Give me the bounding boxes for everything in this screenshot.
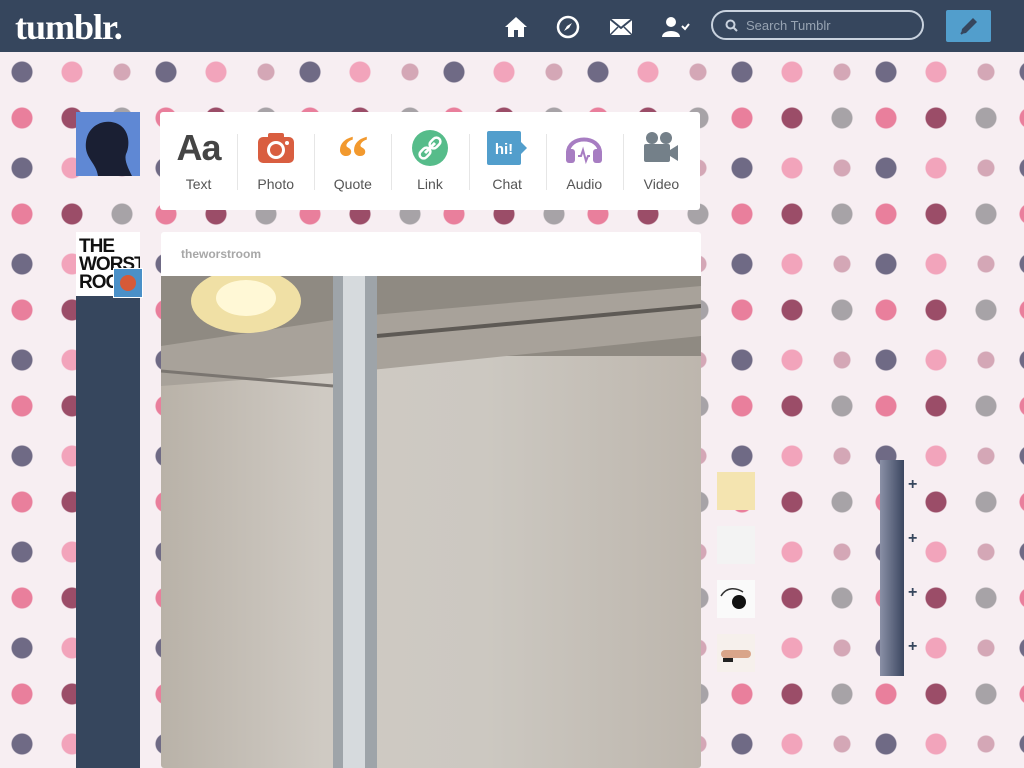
search-box[interactable]: [711, 10, 924, 40]
post-type-chat[interactable]: hi! Chat: [468, 112, 546, 210]
post-type-bar: Aa Text Photo “ Quote Link hi! Chat Audi…: [160, 112, 700, 210]
post-type-photo[interactable]: Photo: [237, 112, 314, 210]
sketch-thumb[interactable]: [717, 580, 755, 618]
hand-thumb[interactable]: [717, 634, 755, 672]
food-thumb[interactable]: [717, 472, 755, 510]
account-icon[interactable]: [661, 14, 691, 40]
post-type-link[interactable]: Link: [391, 112, 468, 210]
left-sidebar-column: [76, 232, 140, 768]
search-icon: [725, 19, 738, 32]
recommended-blog[interactable]: +: [717, 514, 917, 578]
compose-button[interactable]: [946, 10, 991, 42]
post-type-audio[interactable]: Audio: [545, 112, 623, 210]
post-author-name[interactable]: theworstroom: [181, 247, 261, 261]
svg-text:hi!: hi!: [495, 141, 513, 158]
pencil-icon: [958, 15, 980, 37]
inbox-icon[interactable]: [608, 14, 634, 40]
recommended-banner: [880, 622, 904, 676]
post-type-text[interactable]: Aa Text: [160, 112, 237, 210]
text-icon: Aa: [176, 127, 222, 168]
post-type-label: Link: [417, 176, 443, 192]
home-icon[interactable]: [503, 14, 529, 40]
recommended-blog[interactable]: +: [717, 568, 917, 632]
follow-plus-icon[interactable]: +: [908, 476, 917, 494]
post-type-label: Text: [185, 176, 212, 192]
post-type-label: Video: [643, 176, 680, 192]
post-type-video[interactable]: Video: [622, 112, 700, 210]
recommended-banner: [880, 568, 904, 622]
follow-plus-icon[interactable]: +: [908, 530, 917, 548]
dashboard-post: theworstroom: [161, 232, 701, 768]
reblog-avatar[interactable]: [113, 268, 143, 298]
chat-icon: hi!: [486, 128, 528, 168]
recommended-banner: [880, 514, 904, 568]
text-thumb[interactable]: [717, 526, 755, 564]
recommended-banner: [880, 460, 904, 514]
video-camera-icon: [642, 128, 680, 168]
post-type-label: Audio: [566, 176, 603, 192]
post-type-label: Chat: [492, 176, 522, 192]
follow-plus-icon[interactable]: +: [908, 638, 917, 656]
post-type-label: Photo: [257, 176, 294, 192]
post-type-label: Quote: [333, 176, 372, 192]
quote-icon: “: [336, 122, 369, 193]
link-icon: [411, 128, 449, 168]
camera-icon: [257, 128, 295, 168]
follow-plus-icon[interactable]: +: [908, 584, 917, 602]
recommended-blog[interactable]: +: [717, 622, 917, 686]
top-navigation-bar: tumblr.: [0, 0, 1024, 52]
user-avatar[interactable]: [76, 112, 140, 176]
tumblr-logo[interactable]: tumblr.: [15, 6, 123, 48]
recommended-blog[interactable]: +: [717, 460, 917, 524]
headphones-icon: [564, 128, 604, 168]
search-input[interactable]: [744, 16, 918, 34]
explore-icon[interactable]: [555, 14, 581, 40]
post-gif-image[interactable]: [161, 269, 701, 768]
post-type-quote[interactable]: “ Quote: [314, 112, 391, 210]
